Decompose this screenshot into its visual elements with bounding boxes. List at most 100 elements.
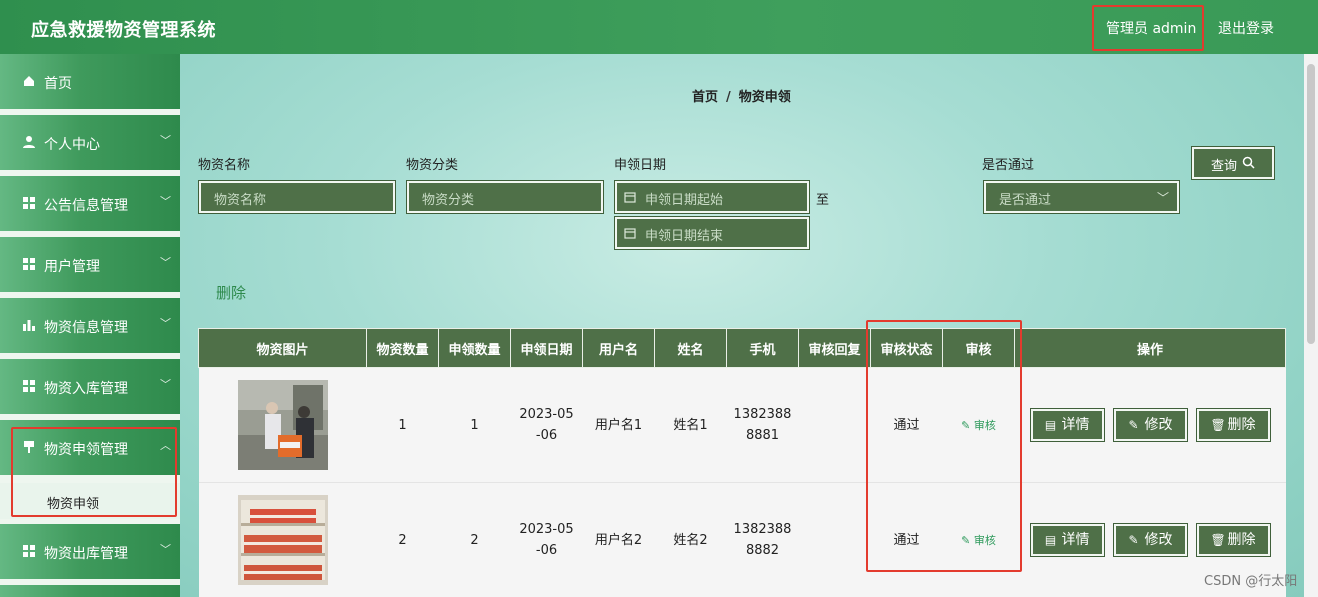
- col-header: 申领日期: [510, 328, 583, 368]
- trash-icon: 🗑: [1210, 418, 1226, 432]
- phone-part: 1382388: [733, 407, 792, 422]
- edit-label: 修改: [1144, 532, 1173, 548]
- date-part: -06: [535, 543, 558, 558]
- select-placeholder: 是否通过: [999, 193, 1052, 208]
- sidebar-highlight-box: [11, 427, 177, 517]
- sidebar-item-material-info[interactable]: 物资信息管理 ﹀: [0, 298, 180, 353]
- input-placeholder: 物资名称: [214, 193, 267, 208]
- apply-date-cell: 2023-05 -06: [510, 367, 583, 483]
- chevron-down-icon: ﹀: [160, 543, 171, 556]
- delete-button[interactable]: 🗑 删除: [1195, 523, 1271, 557]
- table-header-row: 物资图片 物资数量 申领数量 申领日期 用户名 姓名 手机 审核回复 审核状态 …: [198, 328, 1286, 368]
- document-icon: ▤: [1044, 533, 1057, 547]
- logout-link[interactable]: 退出登录: [1218, 18, 1274, 38]
- edit-button[interactable]: ✎ 修改: [1112, 408, 1188, 442]
- sidebar-item-label: 公告信息管理: [44, 198, 128, 214]
- material-name-label: 物资名称: [198, 158, 251, 173]
- apply-table: 物资图片 物资数量 申领数量 申领日期 用户名 姓名 手机 审核回复 审核状态 …: [198, 328, 1286, 597]
- chevron-down-icon: ﹀: [160, 317, 171, 330]
- search-icon: [1242, 156, 1255, 169]
- phone-part: 8882: [745, 543, 780, 558]
- sidebar-item-label: 首页: [44, 76, 72, 92]
- sidebar-item-more[interactable]: [0, 585, 180, 597]
- phone-part: 8881: [745, 428, 780, 443]
- trash-icon: 🗑: [1210, 533, 1226, 547]
- admin-label: 管理员 admin: [1106, 21, 1197, 37]
- breadcrumb-separator: /: [726, 90, 731, 105]
- batch-delete-link[interactable]: 删除: [216, 282, 246, 303]
- name-cell: 姓名2: [654, 482, 727, 597]
- detail-label: 详情: [1061, 532, 1090, 548]
- chevron-down-icon: ﹀: [160, 195, 171, 208]
- phone-part: 1382388: [733, 522, 792, 537]
- table-row: 2 2 2023-05 -06 用户名2 姓名2 1382388 8882 通过 ✎…: [198, 482, 1286, 597]
- search-button[interactable]: 查询: [1191, 146, 1275, 180]
- bar-chart-icon: [23, 320, 35, 331]
- sidebar-item-label: 物资出库管理: [44, 546, 128, 562]
- sidebar-item-label: 物资信息管理: [44, 320, 128, 336]
- user-icon: [23, 136, 35, 148]
- scrollbar-thumb[interactable]: [1307, 64, 1315, 344]
- username-cell: 用户名1: [582, 367, 655, 483]
- date-end-picker[interactable]: 申领日期结束: [614, 216, 810, 250]
- edit-label: 修改: [1144, 417, 1173, 433]
- delete-label: 删除: [1227, 417, 1256, 433]
- material-name-input[interactable]: 物资名称: [198, 180, 396, 214]
- col-header: 姓名: [654, 328, 727, 368]
- app-title: 应急救援物资管理系统: [31, 20, 216, 41]
- sidebar-item-label: 个人中心: [44, 137, 100, 153]
- apply-date-label: 申领日期: [614, 158, 667, 173]
- phone-cell: 1382388 8881: [726, 367, 799, 483]
- date-range-to: 至: [816, 193, 830, 208]
- col-header: 物资图片: [198, 328, 367, 368]
- reply-cell: [798, 367, 871, 483]
- sidebar-item-personal-center[interactable]: 个人中心 ﹀: [0, 115, 180, 170]
- apply-date-cell: 2023-05 -06: [510, 482, 583, 597]
- breadcrumb: 首页 / 物资申领: [692, 86, 791, 105]
- col-header: 操作: [1014, 328, 1286, 368]
- username-cell: 用户名2: [582, 482, 655, 597]
- sidebar-item-stock-out[interactable]: 物资出库管理 ﹀: [0, 524, 180, 579]
- chevron-down-icon: ﹀: [160, 256, 171, 269]
- edit-icon: ✎: [1128, 418, 1139, 432]
- name-cell: 姓名1: [654, 367, 727, 483]
- sidebar-item-home[interactable]: 首页: [0, 54, 180, 109]
- category-label: 物资分类: [406, 158, 459, 173]
- pass-status-select[interactable]: 是否通过 ﹀: [983, 180, 1180, 214]
- col-header: 申领数量: [438, 328, 511, 368]
- grid-icon: [23, 258, 35, 270]
- input-placeholder: 申领日期结束: [645, 229, 724, 244]
- breadcrumb-home[interactable]: 首页: [692, 90, 718, 105]
- material-photo-cell: [198, 482, 367, 597]
- delete-label: 删除: [1227, 532, 1256, 548]
- delete-button[interactable]: 🗑 删除: [1195, 408, 1271, 442]
- calendar-icon: [624, 192, 636, 203]
- edit-button[interactable]: ✎ 修改: [1112, 523, 1188, 557]
- input-placeholder: 申领日期起始: [645, 193, 724, 208]
- detail-button[interactable]: ▤ 详情: [1029, 523, 1105, 557]
- grid-icon: [23, 380, 35, 392]
- date-part: 2023-05: [519, 407, 574, 422]
- sidebar-item-notice[interactable]: 公告信息管理 ﹀: [0, 176, 180, 231]
- material-photo-cell: [198, 367, 367, 483]
- watermark: CSDN @行太阳: [1204, 574, 1298, 589]
- page-scrollbar[interactable]: [1304, 54, 1318, 597]
- sidebar-item-label: 用户管理: [44, 259, 100, 275]
- audit-highlight-box: [866, 320, 1022, 572]
- table-row: 1 1 2023-05 -06 用户名1 姓名1 1382388 8881 通过 ✎…: [198, 367, 1286, 483]
- date-part: -06: [535, 428, 558, 443]
- qty-cell: 1: [366, 367, 439, 483]
- apply-qty-cell: 2: [438, 482, 511, 597]
- apply-qty-cell: 1: [438, 367, 511, 483]
- category-input[interactable]: 物资分类: [406, 180, 604, 214]
- detail-button[interactable]: ▤ 详情: [1029, 408, 1105, 442]
- qty-cell: 2: [366, 482, 439, 597]
- edit-icon: ✎: [1128, 533, 1139, 547]
- date-part: 2023-05: [519, 522, 574, 537]
- detail-label: 详情: [1061, 417, 1090, 433]
- sidebar-item-stock-in[interactable]: 物资入库管理 ﹀: [0, 359, 180, 414]
- main-content: 首页 / 物资申领 物资名称 物资名称 物资分类 物资分类 申领日期 申领日期起始 …: [180, 54, 1304, 597]
- date-start-picker[interactable]: 申领日期起始: [614, 180, 810, 214]
- material-photo: [237, 495, 328, 585]
- sidebar-item-users[interactable]: 用户管理 ﹀: [0, 237, 180, 292]
